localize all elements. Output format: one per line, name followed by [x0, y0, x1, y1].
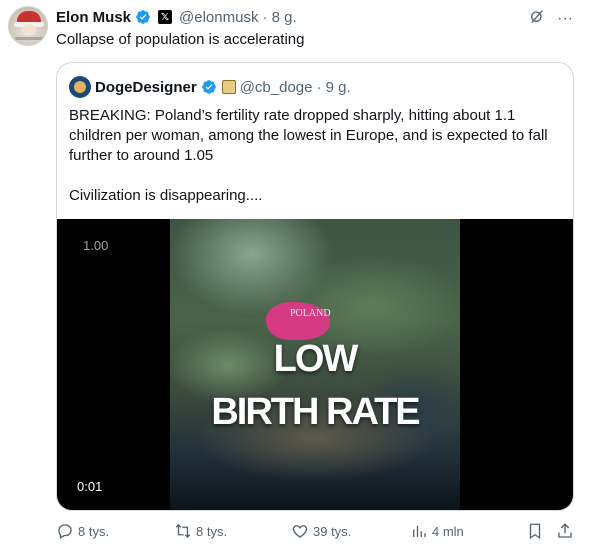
views-icon — [413, 525, 426, 537]
post-time[interactable]: · 8 g. — [262, 9, 296, 26]
verified-badge-icon — [201, 80, 216, 94]
reply-icon — [58, 524, 72, 539]
more-icon[interactable]: ··· — [557, 10, 573, 28]
video-frame-europe-map: POLAND LOW BIRTH RATE — [170, 219, 460, 510]
video-overlay-title-line1: LOW — [273, 338, 359, 380]
post-top-actions: ··· — [529, 8, 573, 29]
video-timecode: 0:01 — [77, 479, 103, 494]
repost-count: 8 tys. — [196, 523, 228, 539]
repost-icon — [175, 524, 191, 538]
heart-icon — [292, 525, 308, 538]
reply-count: 8 tys. — [78, 523, 110, 539]
share-icon — [558, 523, 572, 538]
share-button[interactable] — [556, 522, 574, 540]
quoted-post-paragraph-1: BREAKING: Poland’s fertility rate droppe… — [69, 107, 548, 164]
author-avatar[interactable] — [8, 6, 48, 46]
avatar-caption — [15, 37, 43, 40]
x-affiliate-badge-icon: 𝕏 — [158, 10, 173, 24]
post-header: Elon Musk 𝕏 @elonmusk · 8 g. — [56, 8, 297, 26]
santa-hat-decoration — [14, 11, 44, 27]
video-player[interactable]: 1.00 POLAND LOW BIRTH RATE 0:01 — [57, 219, 573, 510]
map-label-poland: POLAND — [290, 308, 331, 319]
reply-button[interactable]: 8 tys. — [56, 522, 109, 540]
like-button[interactable]: 39 tys. — [291, 522, 351, 540]
post-text: Collapse of population is accelerating — [56, 31, 305, 48]
doge-badge-icon — [221, 80, 236, 94]
bookmark-button[interactable] — [526, 522, 544, 540]
repost-button[interactable]: 8 tys. — [174, 522, 227, 540]
grok-icon[interactable] — [529, 8, 545, 29]
avatar-face — [22, 24, 36, 36]
quoted-author-avatar[interactable] — [69, 76, 91, 98]
author-name[interactable]: Elon Musk — [56, 9, 131, 26]
quoted-post-text: BREAKING: Poland’s fertility rate droppe… — [69, 106, 565, 226]
quoted-author-handle[interactable]: @cb_doge — [240, 79, 313, 96]
like-count: 39 tys. — [313, 523, 352, 539]
quoted-author-name[interactable]: DogeDesigner — [95, 79, 197, 96]
views-button[interactable]: 4 mln — [410, 522, 464, 540]
bookmark-icon — [529, 523, 541, 540]
quoted-post-time[interactable]: · 9 g. — [316, 79, 350, 96]
video-overlay-title-line2: BIRTH RATE — [211, 391, 420, 433]
post-action-bar: 8 tys. 8 tys. 39 tys. 4 mln — [56, 522, 576, 544]
quoted-post[interactable]: DogeDesigner @cb_doge · 9 g. BREAKING: P… — [56, 62, 574, 511]
playback-speed[interactable]: 1.00 — [83, 238, 108, 253]
author-handle[interactable]: @elonmusk — [179, 9, 258, 26]
quoted-post-paragraph-2: Civilization is disappearing.... — [69, 187, 263, 204]
verified-badge-icon — [136, 10, 150, 24]
quoted-post-header: DogeDesigner @cb_doge · 9 g. — [69, 76, 351, 98]
views-count: 4 mln — [432, 523, 464, 539]
